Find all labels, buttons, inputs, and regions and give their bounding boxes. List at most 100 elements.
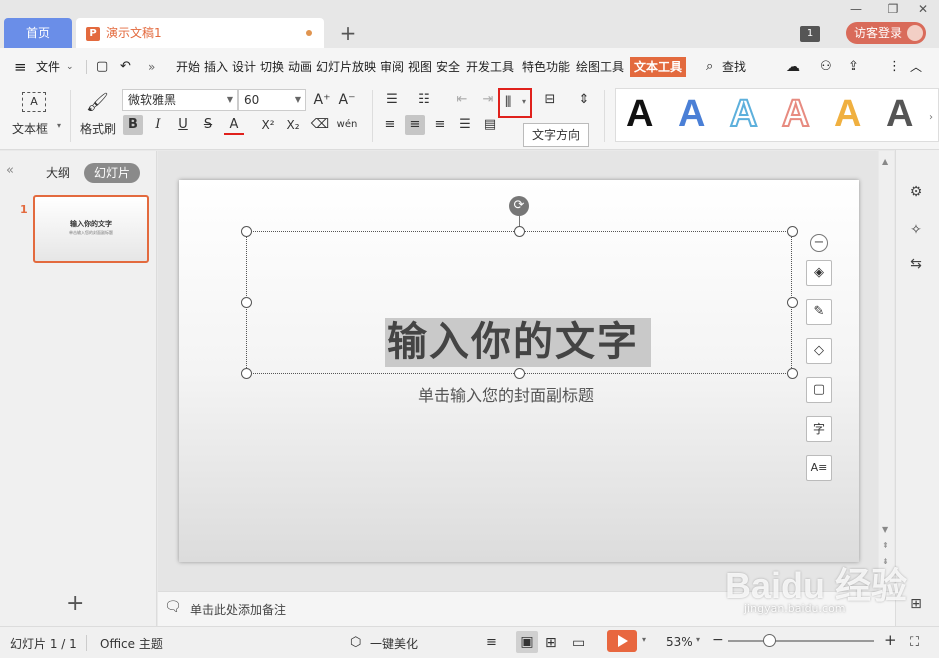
- notification-badge[interactable]: 1: [800, 26, 820, 42]
- menu-view[interactable]: 视图: [408, 57, 432, 77]
- zoom-level[interactable]: 53%: [666, 635, 693, 649]
- resize-handle-nw[interactable]: [241, 226, 252, 237]
- more-icon[interactable]: »: [148, 57, 155, 77]
- slide-subtitle[interactable]: 单击输入您的封面副标题: [418, 382, 594, 406]
- tab-document[interactable]: P 演示文稿1: [76, 18, 324, 48]
- prev-slide-icon[interactable]: ⇞: [882, 541, 889, 550]
- collapse-ribbon-icon[interactable]: ︿: [910, 57, 922, 77]
- grow-font-button[interactable]: A⁺: [312, 90, 332, 110]
- text-style-blue[interactable]: A: [678, 93, 705, 136]
- font-family-select[interactable]: 微软雅黑 ▼: [122, 89, 238, 111]
- collapse-tools-button[interactable]: −: [810, 234, 828, 252]
- phonetic-guide-button[interactable]: wén: [336, 115, 358, 135]
- align-text-icon[interactable]: ⊟: [540, 90, 560, 110]
- align-right-icon[interactable]: ≡: [430, 115, 450, 135]
- minimize-button[interactable]: —: [846, 2, 866, 18]
- notes-toggle-icon[interactable]: ≡: [486, 635, 497, 650]
- superscript-button[interactable]: X²: [258, 115, 278, 135]
- menu-developer[interactable]: 开发工具: [466, 57, 514, 77]
- play-slideshow-button[interactable]: [607, 630, 637, 652]
- textbox-button[interactable]: 文本框: [12, 120, 48, 137]
- menu-slideshow[interactable]: 幻灯片放映: [316, 57, 376, 77]
- resize-handle-n[interactable]: [514, 226, 525, 237]
- fill-icon[interactable]: ◇: [806, 338, 832, 364]
- textbox-icon[interactable]: A: [22, 92, 46, 112]
- format-painter-icon[interactable]: 🖌: [86, 92, 109, 113]
- theme-name[interactable]: Office 主题: [100, 635, 163, 652]
- pen-icon[interactable]: ✎: [806, 299, 832, 325]
- text-style-orange[interactable]: A: [834, 93, 861, 136]
- scroll-up-icon[interactable]: ▲: [882, 157, 888, 166]
- align-left-icon[interactable]: ≡: [380, 115, 400, 135]
- format-painter-button[interactable]: 格式刷: [80, 120, 116, 137]
- subscript-button[interactable]: X₂: [283, 115, 303, 135]
- layers-icon[interactable]: ◈: [806, 260, 832, 286]
- menu-start[interactable]: 开始: [176, 57, 200, 77]
- grid-apps-icon[interactable]: ⊞: [904, 596, 928, 618]
- text-style-gray[interactable]: A: [886, 93, 913, 136]
- guest-login-button[interactable]: 访客登录: [846, 22, 926, 44]
- distributed-align-icon[interactable]: ▤: [480, 115, 500, 135]
- gallery-scroll-right-icon[interactable]: ›: [929, 112, 933, 123]
- resize-handle-w[interactable]: [241, 297, 252, 308]
- menu-drawing-tools[interactable]: 绘图工具: [576, 57, 624, 77]
- clear-format-icon[interactable]: ⌫: [310, 115, 330, 135]
- text-style-black[interactable]: A: [626, 93, 653, 136]
- tab-slides[interactable]: 幻灯片: [84, 163, 140, 183]
- char-spacing-icon[interactable]: 字: [806, 416, 832, 442]
- bold-button[interactable]: B: [123, 115, 143, 135]
- align-center-icon[interactable]: ≡: [405, 115, 425, 135]
- numbered-list-icon[interactable]: ☷: [414, 90, 434, 110]
- add-user-icon[interactable]: ⚇: [820, 57, 832, 77]
- search-icon[interactable]: ⌕: [706, 57, 713, 77]
- menu-search[interactable]: 查找: [722, 57, 746, 77]
- slide-sorter-icon[interactable]: ⊞: [545, 635, 557, 651]
- menu-text-tools[interactable]: 文本工具: [630, 57, 687, 77]
- line-spacing-icon[interactable]: ⇕: [574, 90, 594, 110]
- text-style-outline-blue[interactable]: A: [729, 92, 758, 136]
- menu-design[interactable]: 设计: [232, 57, 256, 77]
- justify-icon[interactable]: ☰: [455, 115, 475, 135]
- resize-handle-se[interactable]: [787, 368, 798, 379]
- resize-handle-s[interactable]: [514, 368, 525, 379]
- cloud-icon[interactable]: ☁: [786, 57, 800, 77]
- zoom-in-button[interactable]: +: [884, 631, 897, 649]
- kebab-menu-icon[interactable]: ⋮: [888, 57, 901, 77]
- add-slide-button[interactable]: +: [66, 591, 84, 616]
- menu-security[interactable]: 安全: [436, 57, 460, 77]
- underline-button[interactable]: U: [173, 115, 193, 135]
- properties-icon[interactable]: ⚙: [904, 184, 928, 206]
- transition-icon[interactable]: ⇆: [904, 256, 928, 278]
- restore-button[interactable]: ❐: [883, 2, 903, 18]
- tab-home[interactable]: 首页: [4, 18, 72, 48]
- shrink-font-button[interactable]: A⁻: [337, 90, 357, 110]
- text-effect-icon[interactable]: A≡: [806, 455, 832, 481]
- resize-handle-sw[interactable]: [241, 368, 252, 379]
- collapse-panel-icon[interactable]: «: [6, 163, 14, 178]
- menu-file[interactable]: 文件: [36, 57, 60, 77]
- reading-view-icon[interactable]: ▭: [572, 635, 585, 651]
- new-tab-button[interactable]: +: [336, 20, 360, 46]
- scroll-down-icon[interactable]: ▼: [882, 525, 888, 534]
- slide-thumbnail[interactable]: 输入你的文字 单击输入您的封面副标题: [33, 195, 149, 263]
- menu-features[interactable]: 特色功能: [522, 57, 570, 77]
- undo-icon[interactable]: ↶: [120, 57, 131, 77]
- resize-handle-e[interactable]: [787, 297, 798, 308]
- save-icon[interactable]: ▢: [96, 57, 108, 77]
- font-color-button[interactable]: A: [224, 115, 244, 135]
- zoom-slider[interactable]: [728, 640, 874, 642]
- rotate-handle-icon[interactable]: ⟳: [509, 196, 529, 216]
- text-style-outline-red[interactable]: A: [781, 92, 810, 136]
- menu-animation[interactable]: 动画: [288, 57, 312, 77]
- fit-window-icon[interactable]: ⛶: [910, 635, 919, 650]
- menu-insert[interactable]: 插入: [204, 57, 228, 77]
- zoom-out-button[interactable]: −: [712, 632, 724, 648]
- slide-title[interactable]: 输入你的文字: [385, 318, 651, 367]
- text-direction-button[interactable]: ⫴ ▾: [498, 88, 532, 118]
- menu-transition[interactable]: 切换: [260, 57, 284, 77]
- animation-icon[interactable]: ✧: [904, 222, 928, 244]
- decrease-indent-icon[interactable]: ⇤: [452, 90, 472, 110]
- normal-view-icon[interactable]: ▣: [516, 631, 538, 653]
- hamburger-icon[interactable]: ≡: [14, 57, 27, 77]
- increase-indent-icon[interactable]: ⇥: [478, 90, 498, 110]
